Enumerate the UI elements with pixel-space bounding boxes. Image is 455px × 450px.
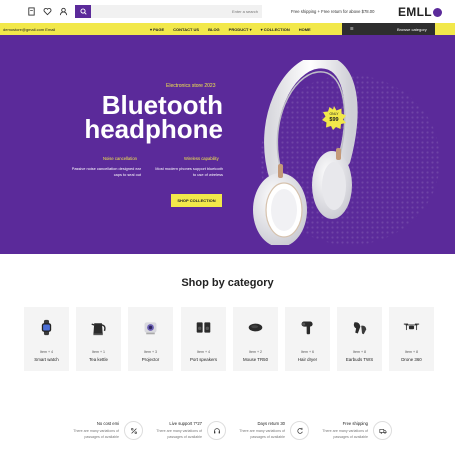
nav-page[interactable]: ▾ PAGE: [150, 27, 164, 32]
category-name: Projector: [141, 357, 160, 362]
site-logo[interactable]: EMLL: [398, 5, 442, 19]
user-icon[interactable]: [58, 6, 69, 17]
category-name: Earbuds TWS: [345, 357, 374, 362]
shop-collection-button[interactable]: SHOP COLLECTION: [171, 194, 222, 207]
category-name: Smart watch: [34, 357, 59, 362]
service-desc: There are many variations of passages of …: [73, 428, 119, 440]
service-desc-line2: passages of available: [333, 435, 368, 439]
mouse-icon: [247, 319, 264, 336]
browse-category-label: Browse category: [397, 27, 427, 32]
earbuds-icon: [351, 319, 368, 336]
browse-category-button[interactable]: ☰ Browse category: [342, 23, 435, 35]
service-desc: There are many variations of passages of …: [239, 428, 285, 440]
service-title: Days return 30: [257, 421, 285, 426]
service-desc: There are many variations of passages of …: [156, 428, 202, 440]
speaker-icon: [195, 319, 212, 336]
truck-icon: [373, 421, 392, 440]
hero-banner: Electronics store 2023 Bluetooth headpho…: [0, 35, 455, 254]
wishlist-heart-icon[interactable]: [42, 6, 53, 17]
drone-icon: [403, 319, 420, 336]
category-count: Item + 6: [300, 350, 315, 354]
feature-right-title: Wireless capability: [184, 156, 219, 161]
category-card-drone[interactable]: Item + 8 Drone 360: [389, 307, 434, 371]
service-title: Free shipping: [342, 421, 368, 426]
search-input[interactable]: [91, 5, 262, 18]
service-desc: There are many variations of passages of …: [322, 428, 368, 440]
category-name: Drone 360: [401, 357, 422, 362]
shipping-note: Free shipping + Free return for above $7…: [291, 9, 375, 14]
service-desc-line2: passages of available: [167, 435, 202, 439]
category-name: Hair dryer: [297, 357, 318, 362]
top-bar: Free shipping + Free return for above $7…: [0, 0, 455, 23]
logo-mark: [432, 7, 442, 17]
nav-bar: demostore@gmail.com Email ▾ PAGE CONTACT…: [0, 23, 455, 35]
category-card-mouse[interactable]: Item + 2 Mouse TR50: [233, 307, 278, 371]
hero-title: Bluetooth headphone: [84, 92, 223, 144]
category-name: Mouse TR50: [242, 357, 269, 362]
badge-only-label: ONLY: [329, 112, 339, 116]
category-card-projector[interactable]: Item + 3 Projector: [128, 307, 173, 371]
category-count: Item + 4: [196, 350, 211, 354]
service-live-support: Live support 7*27 There are many variati…: [136, 419, 226, 443]
category-count: Item + 4: [39, 350, 54, 354]
category-name: Port speakers: [189, 357, 218, 362]
kettle-icon: [90, 319, 107, 336]
category-card-hair-dryer[interactable]: Item + 6 Hair dryer: [285, 307, 330, 371]
service-no-cost-emi: No cost emi There are many variations of…: [53, 419, 143, 443]
hero-store-tag: Electronics store 2023: [166, 83, 216, 89]
category-section-title: Shop by category: [181, 277, 274, 289]
service-desc-line2: passages of available: [84, 435, 119, 439]
feature-left-title: Noise cancellation: [103, 156, 137, 161]
category-count: Item + 8: [352, 350, 367, 354]
service-title: No cost emi: [96, 421, 119, 426]
nav-contact[interactable]: CONTACT US: [173, 27, 199, 32]
category-count: Item + 1: [91, 350, 106, 354]
headphone-image: [253, 60, 358, 245]
feature-right-desc: Most modern phones support bluetooth to …: [150, 166, 223, 178]
search-button[interactable]: [75, 5, 91, 18]
category-count: Item + 2: [248, 350, 263, 354]
service-title: Live support 7*27: [169, 421, 202, 426]
nav-home[interactable]: HOME: [299, 27, 311, 32]
category-card-tea-kettle[interactable]: Item + 1 Tea kettle: [76, 307, 121, 371]
hero-title-line2: headphone: [84, 114, 223, 144]
feature-left-desc: Passive noise cancellation designed ear …: [72, 166, 141, 178]
price-badge: ONLY $99: [322, 106, 346, 130]
hairdryer-icon: [299, 319, 316, 336]
compare-icon[interactable]: [26, 6, 37, 17]
category-count: Item + 3: [143, 350, 158, 354]
category-name: Tea kettle: [89, 357, 108, 362]
main-nav: ▾ PAGE CONTACT US BLOG PRODUCT ▾ ▾ COLLE…: [150, 27, 311, 32]
nav-collection[interactable]: ▾ COLLECTION: [261, 27, 290, 32]
projector-icon: [142, 319, 159, 336]
category-card-port-speakers[interactable]: Item + 4 Port speakers: [181, 307, 226, 371]
service-desc-line2: passages of available: [250, 435, 285, 439]
feature-right-desc-line2: to use of wireless: [192, 172, 223, 177]
feature-left-desc-line2: caps to seal out: [113, 172, 141, 177]
smartwatch-icon: [38, 319, 55, 336]
nav-blog[interactable]: BLOG: [208, 27, 220, 32]
nav-page-label: PAGE: [153, 27, 165, 32]
category-card-earbuds[interactable]: Item + 8 Earbuds TWS: [337, 307, 382, 371]
badge-price: $99: [329, 117, 339, 123]
nav-collection-label: COLLECTION: [263, 27, 290, 32]
logo-text: EMLL: [398, 5, 432, 19]
nav-product-label: PRODUCT: [228, 27, 249, 32]
service-free-shipping: Free shipping There are many variations …: [302, 419, 392, 443]
category-count: Item + 8: [404, 350, 419, 354]
nav-product[interactable]: PRODUCT ▾: [229, 27, 252, 32]
service-days-return: Days return 30 There are many variations…: [219, 419, 309, 443]
category-card-smart-watch[interactable]: Item + 4 Smart watch: [24, 307, 69, 371]
contact-email[interactable]: demostore@gmail.com Email: [3, 27, 55, 32]
search-icon: [79, 8, 87, 15]
menu-icon: ☰: [350, 26, 354, 31]
